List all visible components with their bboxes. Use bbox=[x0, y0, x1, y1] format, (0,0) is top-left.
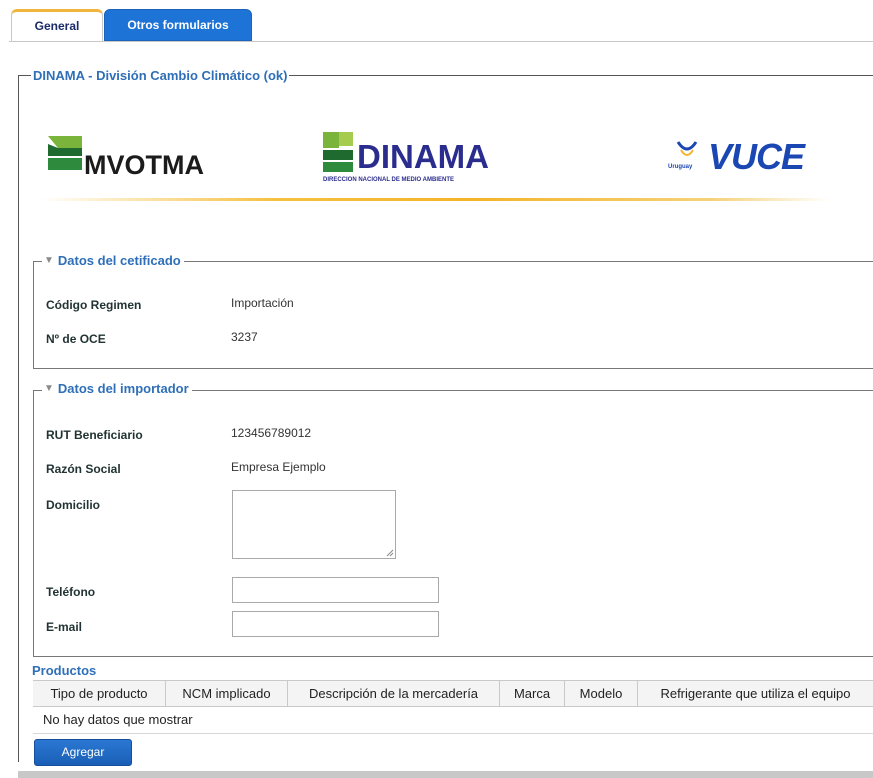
telefono-label: Teléfono bbox=[46, 585, 96, 599]
certificado-title[interactable]: ▼ Datos del cetificado bbox=[42, 253, 184, 268]
column-header[interactable]: Modelo bbox=[565, 681, 638, 706]
logo-underline bbox=[40, 198, 830, 201]
column-header[interactable]: Refrigerante que utiliza el equipo bbox=[638, 681, 873, 706]
table-empty-row: No hay datos que mostrar bbox=[33, 707, 873, 734]
dinama-subtitle: DIRECCION NACIONAL DE MEDIO AMBIENTE bbox=[323, 177, 455, 183]
table-header: Tipo de producto NCM implicado Descripci… bbox=[33, 681, 873, 707]
email-label: E-mail bbox=[46, 620, 83, 634]
dinama-wordmark: DINAMA bbox=[357, 138, 489, 175]
productos-title: Productos bbox=[32, 663, 97, 678]
tab-general[interactable]: General bbox=[11, 9, 103, 42]
razon-social-value: Empresa Ejemplo bbox=[231, 460, 326, 474]
codigo-regimen-value: Importación bbox=[231, 296, 294, 310]
form-title: DINAMA - División Cambio Climático (ok) bbox=[31, 68, 290, 83]
tab-divider bbox=[9, 41, 873, 42]
domicilio-label: Domicilio bbox=[46, 498, 101, 512]
email-input[interactable] bbox=[232, 611, 439, 637]
certificado-fieldset bbox=[33, 261, 873, 369]
rut-label: RUT Beneficiario bbox=[46, 428, 143, 442]
productos-table: Tipo de producto NCM implicado Descripci… bbox=[33, 680, 873, 734]
codigo-regimen-label: Código Regimen bbox=[46, 298, 142, 312]
importador-title[interactable]: ▼ Datos del importador bbox=[42, 381, 192, 396]
logo-banner: MVOTMA DINAMA DIRECCION NACIONAL DE MEDI… bbox=[40, 120, 830, 210]
column-header[interactable]: NCM implicado bbox=[166, 681, 288, 706]
collapse-triangle-icon[interactable]: ▼ bbox=[44, 383, 54, 394]
mvotma-mark-icon bbox=[48, 136, 82, 170]
vuce-wordmark: VUCE bbox=[708, 136, 805, 177]
dinama-logo: DINAMA DIRECCION NACIONAL DE MEDIO AMBIE… bbox=[323, 132, 489, 188]
column-header[interactable]: Marca bbox=[500, 681, 565, 706]
dinama-mark-icon bbox=[323, 132, 353, 172]
telefono-input[interactable] bbox=[232, 577, 439, 603]
importador-title-text: Datos del importador bbox=[57, 381, 189, 396]
column-header[interactable]: Descripción de la mercadería bbox=[288, 681, 500, 706]
importador-fieldset bbox=[33, 390, 873, 657]
vuce-logo: Uruguay VUCE bbox=[668, 136, 808, 177]
tab-otros-formularios[interactable]: Otros formularios bbox=[104, 9, 252, 41]
nro-oce-value: 3237 bbox=[231, 330, 258, 344]
resize-grip-icon[interactable] bbox=[386, 549, 394, 557]
domicilio-textarea[interactable] bbox=[232, 490, 396, 559]
collapse-triangle-icon[interactable]: ▼ bbox=[44, 255, 54, 266]
rut-value: 123456789012 bbox=[231, 426, 312, 440]
agregar-button[interactable]: Agregar bbox=[34, 739, 132, 766]
uruguay-shield-icon bbox=[676, 141, 698, 156]
certificado-title-text: Datos del cetificado bbox=[57, 253, 181, 268]
column-header[interactable]: Tipo de producto bbox=[33, 681, 166, 706]
vuce-country: Uruguay bbox=[668, 164, 693, 170]
mvotma-wordmark: MVOTMA bbox=[84, 150, 204, 180]
mvotma-logo: MVOTMA bbox=[48, 136, 218, 186]
horizontal-scrollbar[interactable] bbox=[18, 771, 873, 778]
razon-social-label: Razón Social bbox=[46, 462, 121, 476]
nro-oce-label: Nº de OCE bbox=[46, 332, 106, 346]
tab-bar: General Otros formularios bbox=[9, 9, 873, 42]
